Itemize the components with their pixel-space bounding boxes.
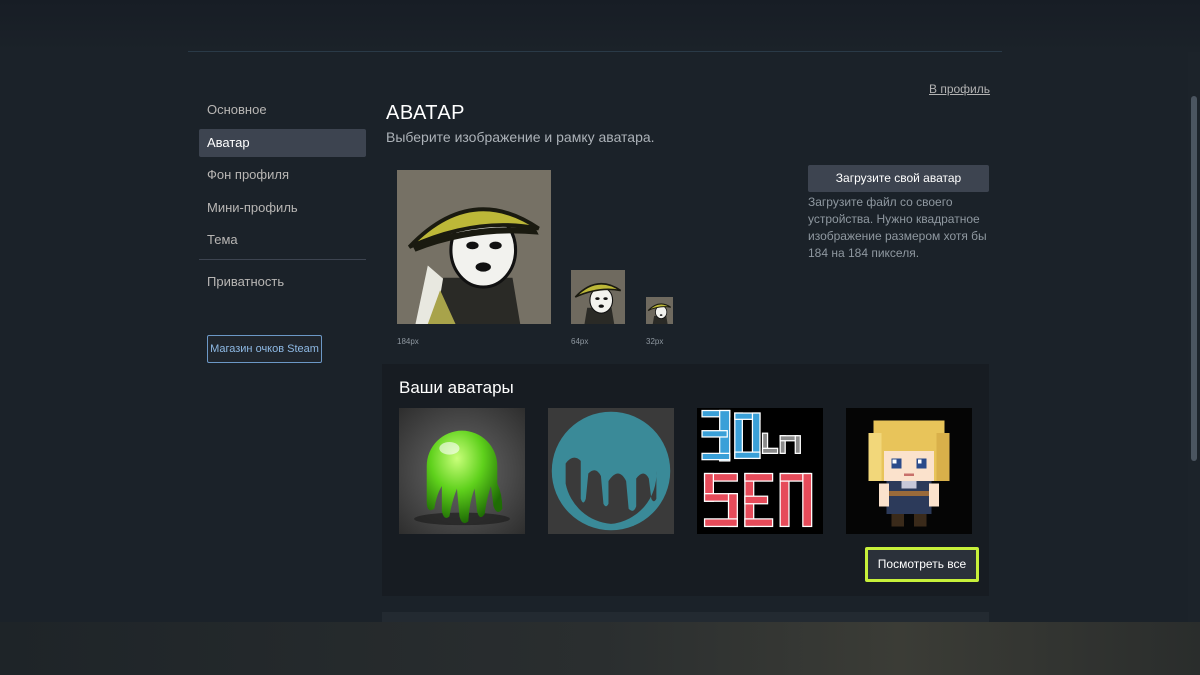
page-subtitle: Выберите изображение и рамку аватара. — [386, 129, 655, 145]
page-scrollbar[interactable] — [1188, 52, 1200, 622]
avatar-option-slime[interactable] — [399, 408, 525, 534]
sidebar-item-privacy[interactable]: Приватность — [199, 268, 366, 296]
size-label-184: 184px — [397, 337, 419, 346]
divider — [188, 51, 1002, 52]
back-to-profile-link[interactable]: В профиль — [929, 82, 990, 96]
top-bar — [0, 0, 1200, 52]
view-all-highlight: Посмотреть все — [865, 547, 979, 582]
points-shop-button[interactable]: Магазин очков Steam — [207, 335, 322, 363]
current-avatar-32 — [646, 297, 673, 324]
sidebar-item-profile-background[interactable]: Фон профиля — [199, 161, 366, 189]
avatar-option-teal-drip[interactable] — [548, 408, 674, 534]
upload-description: Загрузите файл со своего устройства. Нуж… — [808, 195, 987, 260]
bottom-overlay — [0, 622, 1200, 675]
sidebar-divider — [199, 258, 366, 260]
sidebar-item-mini-profile[interactable]: Мини-профиль — [199, 194, 366, 222]
page-title: АВАТАР — [386, 102, 466, 124]
sidebar-item-theme[interactable]: Тема — [199, 226, 366, 254]
settings-sidebar: Основное Аватар Фон профиля Мини-профиль… — [199, 96, 366, 300]
upload-avatar-button[interactable]: Загрузите свой аватар — [808, 165, 989, 192]
next-section-panel — [382, 612, 989, 622]
size-label-64: 64px — [571, 337, 589, 346]
avatar-option-3d-text[interactable] — [697, 408, 823, 534]
sidebar-item-avatar[interactable]: Аватар — [199, 128, 366, 157]
view-all-button[interactable]: Посмотреть все — [868, 550, 976, 579]
current-avatar-64 — [571, 270, 625, 324]
current-avatar-184 — [397, 170, 551, 324]
scrollbar-thumb[interactable] — [1191, 96, 1197, 461]
sidebar-item-general[interactable]: Основное — [199, 96, 366, 124]
size-label-32: 32px — [646, 337, 664, 346]
your-avatars-title: Ваши аватары — [399, 378, 514, 397]
avatar-option-pixel-girl[interactable] — [846, 408, 972, 534]
